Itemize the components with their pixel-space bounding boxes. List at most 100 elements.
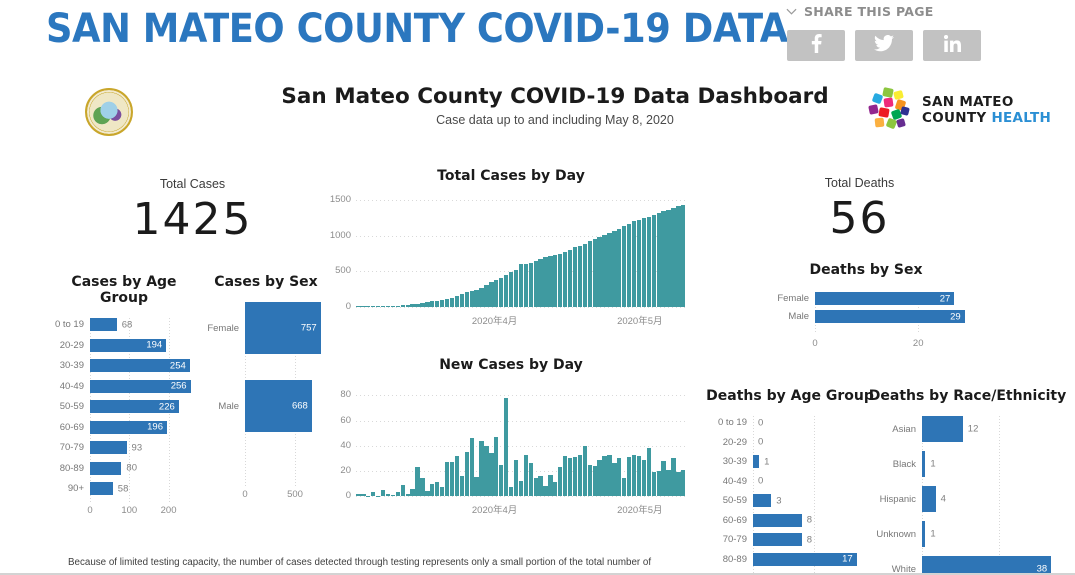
bar[interactable] — [395, 492, 400, 497]
bar[interactable] — [366, 495, 371, 497]
bar[interactable] — [577, 454, 583, 497]
bar-row[interactable]: 20-29 0 — [705, 436, 875, 449]
bar-row[interactable]: 50-59 226 — [48, 400, 200, 414]
bar[interactable] — [494, 280, 499, 308]
bar[interactable] — [410, 488, 415, 497]
bar[interactable]: 668 — [245, 380, 312, 433]
bar[interactable] — [415, 303, 420, 308]
bar[interactable] — [518, 481, 524, 497]
bar[interactable] — [356, 493, 361, 497]
bar[interactable] — [558, 467, 563, 497]
bar[interactable] — [405, 493, 410, 497]
bar[interactable] — [376, 305, 381, 308]
bar[interactable] — [528, 463, 533, 497]
bar[interactable] — [582, 445, 588, 497]
bar[interactable] — [676, 206, 681, 308]
bar[interactable] — [538, 475, 543, 497]
share-linkedin-button[interactable] — [923, 30, 981, 61]
bar[interactable] — [622, 478, 627, 497]
bar[interactable] — [390, 494, 396, 497]
bar[interactable] — [371, 305, 376, 308]
bar[interactable] — [489, 453, 494, 497]
bar-row[interactable]: Male 668 — [205, 380, 327, 433]
bar[interactable] — [444, 299, 450, 308]
bar[interactable] — [577, 245, 583, 308]
bar[interactable] — [548, 474, 553, 497]
bar-row[interactable]: 40-49 0 — [705, 475, 875, 488]
bar[interactable] — [425, 491, 430, 497]
bar[interactable] — [548, 255, 553, 308]
bar[interactable]: 256 — [90, 379, 191, 393]
bar[interactable] — [523, 263, 528, 308]
bar[interactable] — [484, 445, 489, 497]
bar-row[interactable]: Asian 12 — [860, 416, 1075, 443]
bar[interactable] — [385, 493, 391, 497]
bar[interactable] — [543, 256, 548, 308]
bar-row[interactable]: Unknown 1 — [860, 521, 1075, 548]
bar[interactable] — [528, 263, 533, 308]
bar[interactable] — [543, 486, 548, 497]
bar[interactable] — [602, 235, 607, 308]
bar[interactable] — [420, 303, 425, 308]
bar[interactable] — [656, 213, 661, 308]
bar[interactable] — [627, 224, 632, 308]
bar[interactable] — [922, 416, 963, 443]
bar[interactable] — [469, 438, 474, 497]
bar[interactable] — [405, 304, 410, 308]
bar[interactable] — [922, 486, 936, 513]
bar[interactable] — [400, 305, 405, 308]
bar[interactable] — [671, 207, 676, 308]
bar[interactable] — [622, 226, 627, 308]
bar[interactable] — [631, 221, 637, 308]
bar-row[interactable]: Female 757 — [205, 302, 327, 355]
bar[interactable] — [922, 451, 926, 478]
bar-row[interactable]: 30-39 1 — [705, 455, 875, 469]
bar[interactable] — [376, 495, 381, 497]
bar[interactable]: 757 — [245, 302, 321, 355]
bar[interactable] — [681, 205, 686, 308]
bar[interactable] — [538, 258, 543, 308]
bar-row[interactable]: Black 1 — [860, 451, 1075, 478]
bar[interactable] — [592, 465, 597, 497]
bar[interactable] — [607, 232, 612, 308]
bar-row[interactable]: 70-79 93 — [48, 441, 200, 455]
bar-row[interactable]: Female 27 — [757, 292, 975, 306]
bar[interactable] — [469, 290, 474, 308]
bar[interactable] — [420, 478, 425, 497]
bar[interactable] — [479, 287, 484, 308]
bar[interactable] — [558, 253, 563, 308]
bar[interactable] — [582, 243, 588, 308]
bar[interactable] — [533, 261, 538, 308]
bar-row[interactable]: 60-69 196 — [48, 420, 200, 434]
bar[interactable] — [641, 218, 647, 308]
bar[interactable] — [646, 216, 651, 308]
bar[interactable] — [435, 482, 440, 497]
bar[interactable] — [474, 477, 479, 497]
bar[interactable] — [572, 457, 578, 497]
bar[interactable] — [400, 484, 405, 497]
bar[interactable] — [464, 291, 469, 308]
bar[interactable] — [508, 487, 514, 497]
bar-row[interactable]: 40-49 256 — [48, 379, 200, 393]
bar[interactable] — [661, 460, 666, 497]
bar[interactable] — [553, 482, 558, 497]
bar[interactable] — [380, 305, 386, 308]
bar[interactable] — [356, 305, 361, 308]
bar[interactable] — [681, 469, 686, 497]
bar[interactable] — [425, 302, 430, 308]
bar[interactable] — [361, 493, 366, 497]
bar[interactable] — [459, 475, 464, 497]
bar[interactable] — [641, 459, 647, 497]
bar[interactable]: 27 — [815, 292, 955, 306]
share-header[interactable]: SHARE THIS PAGE — [786, 4, 1066, 19]
bar[interactable] — [464, 452, 469, 497]
bar[interactable] — [671, 458, 676, 497]
bar[interactable] — [449, 297, 455, 308]
bar[interactable] — [533, 478, 538, 497]
bar[interactable] — [435, 300, 440, 308]
bar-row[interactable]: 0 to 19 68 — [48, 318, 200, 332]
bar[interactable] — [636, 455, 642, 497]
bar[interactable] — [656, 470, 661, 497]
bar[interactable] — [567, 458, 573, 497]
bar[interactable] — [494, 436, 499, 497]
